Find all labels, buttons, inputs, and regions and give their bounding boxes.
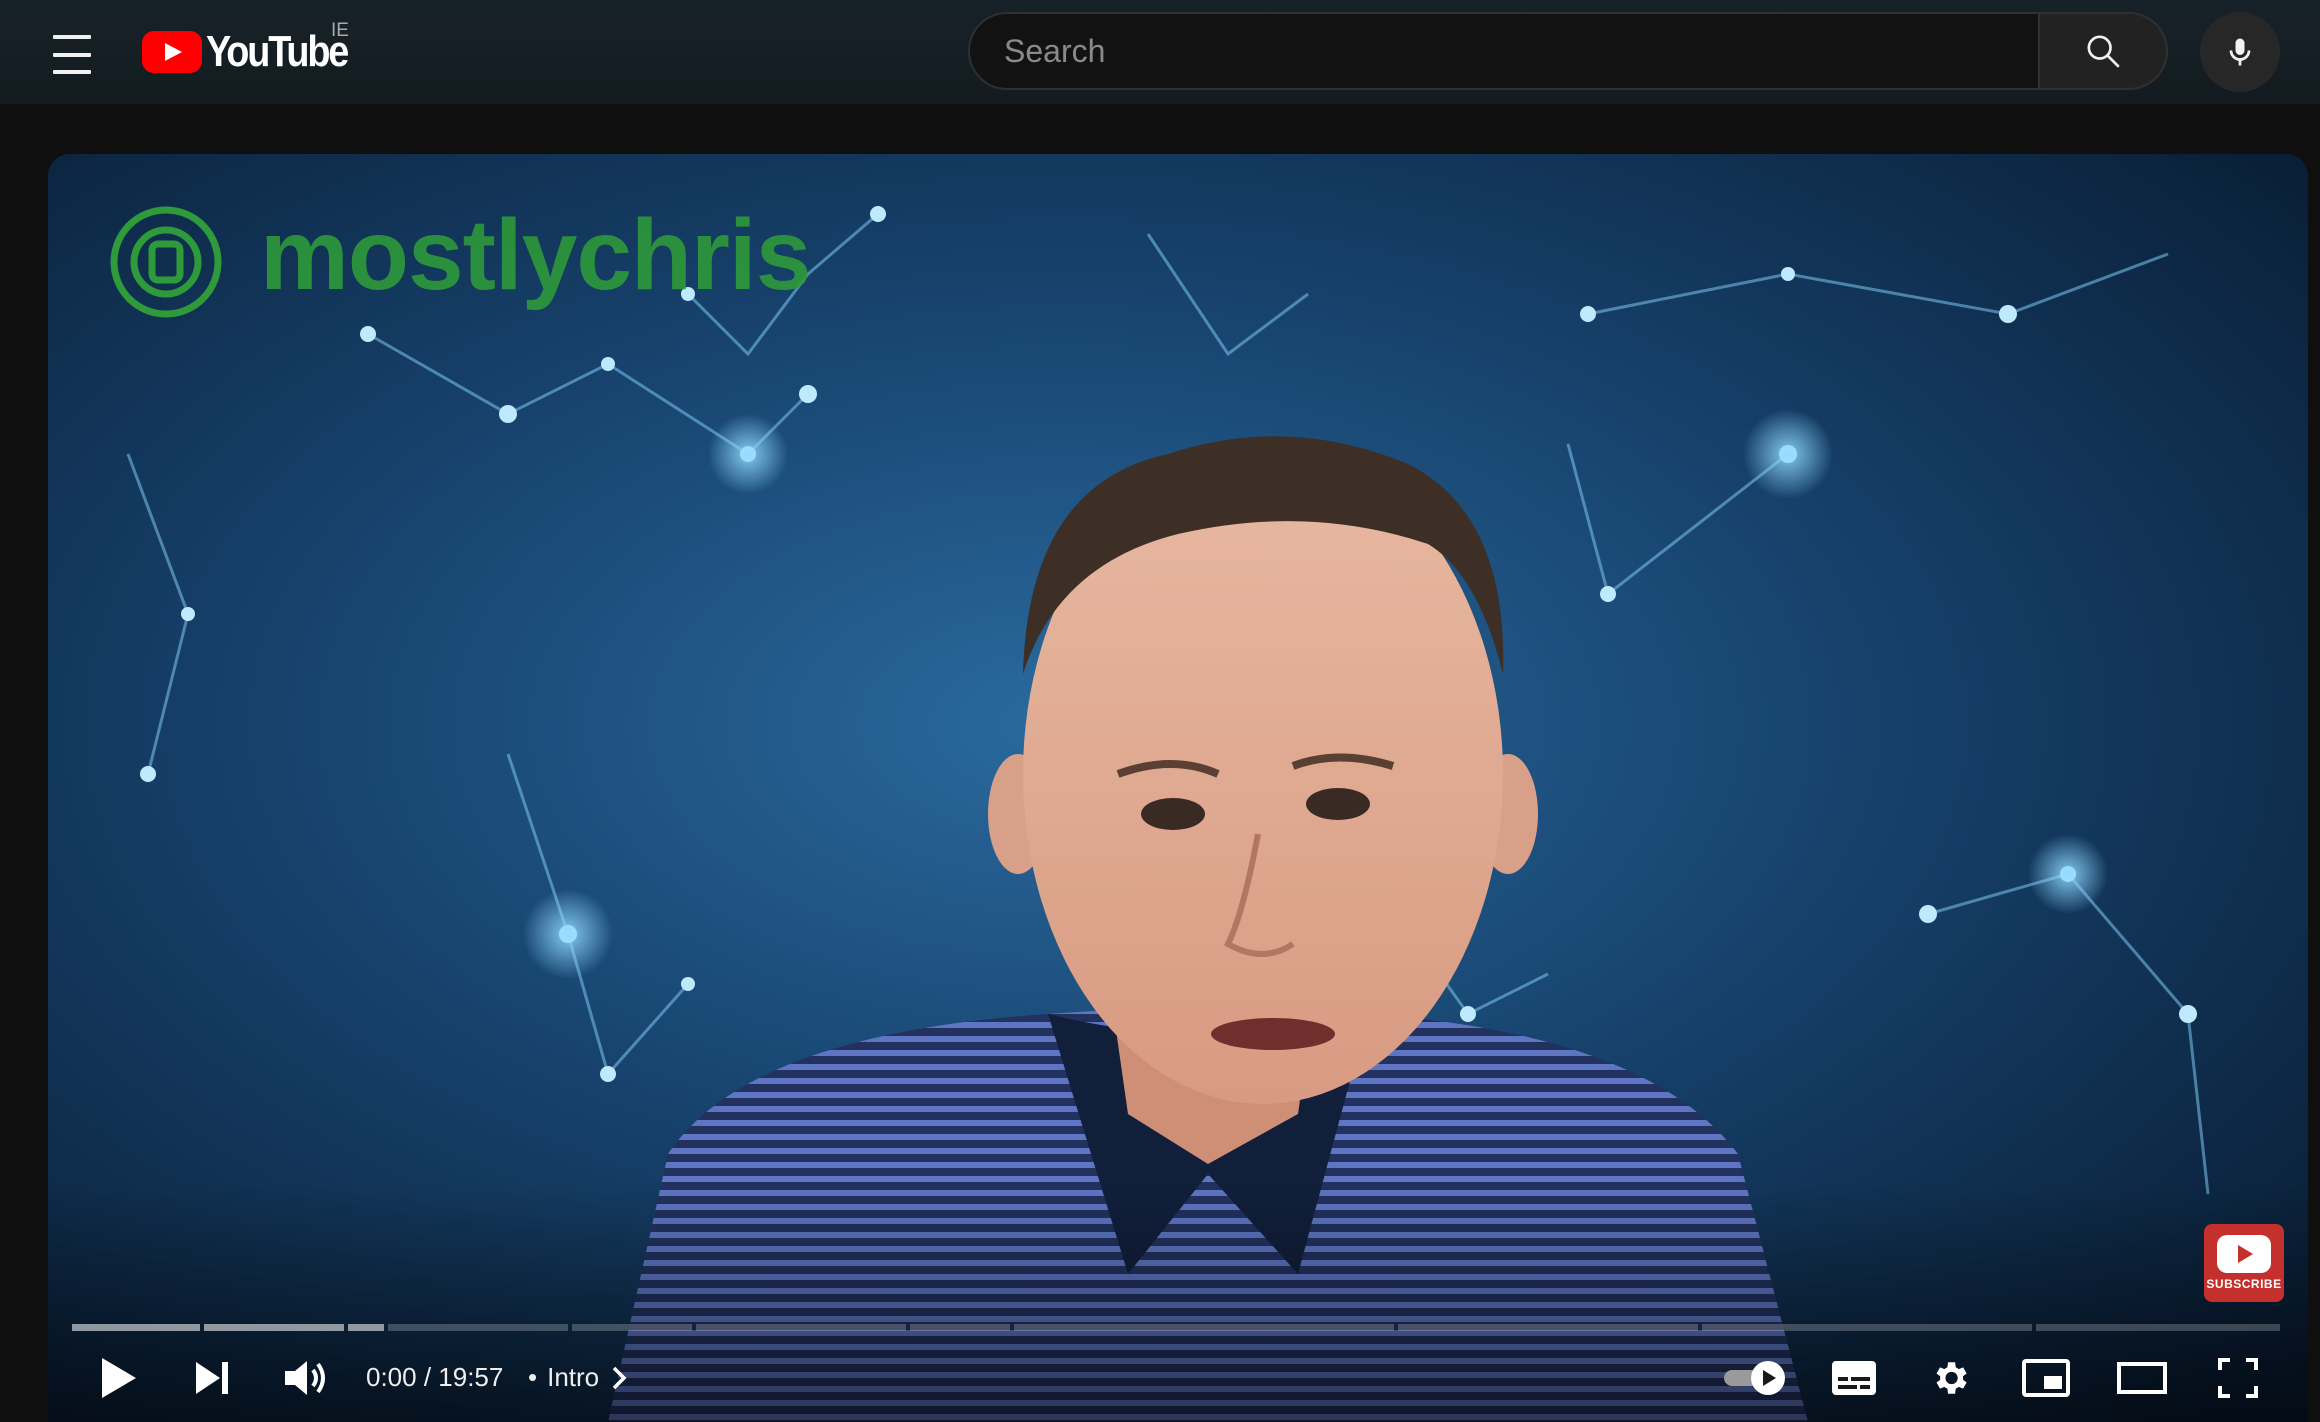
chevron-right-icon xyxy=(612,1366,627,1389)
progress-bar[interactable] xyxy=(72,1324,2284,1331)
chapter-segment[interactable] xyxy=(204,1324,344,1331)
captions-button[interactable] xyxy=(1822,1346,1886,1410)
miniplayer-icon xyxy=(2022,1359,2070,1397)
masthead: YouTube IE xyxy=(0,0,2320,104)
chapter-title: Intro xyxy=(547,1362,600,1392)
play-button[interactable] xyxy=(86,1346,150,1410)
fullscreen-button[interactable] xyxy=(2206,1346,2270,1410)
chapter-segment[interactable] xyxy=(910,1324,1010,1331)
time-separator: / xyxy=(416,1362,439,1392)
search-icon xyxy=(2087,35,2120,68)
country-code: IE xyxy=(331,20,349,41)
autoplay-toggle[interactable] xyxy=(1714,1346,1798,1410)
youtube-play-logo-icon xyxy=(142,31,202,73)
chapter-segment[interactable] xyxy=(348,1324,384,1331)
chapter-segment[interactable] xyxy=(696,1324,906,1331)
theater-mode-button[interactable] xyxy=(2110,1346,2174,1410)
chapter-button[interactable]: • Intro xyxy=(518,1362,631,1393)
chapter-segment[interactable] xyxy=(572,1324,692,1331)
next-button[interactable] xyxy=(180,1346,244,1410)
voice-search-button[interactable] xyxy=(2200,12,2280,92)
youtube-play-icon xyxy=(2217,1235,2271,1273)
logo-text: YouTube xyxy=(206,27,349,76)
volume-button[interactable] xyxy=(274,1346,338,1410)
chapter-separator: • xyxy=(528,1362,538,1392)
volume-icon xyxy=(285,1361,325,1395)
chapter-segment[interactable] xyxy=(1014,1324,1394,1331)
player-controls: 0:00 / 19:57 • Intro xyxy=(48,1334,2308,1422)
search-button[interactable] xyxy=(2040,12,2168,90)
search-box xyxy=(968,12,2040,90)
fullscreen-icon xyxy=(2218,1358,2258,1398)
captions-icon xyxy=(1832,1361,1876,1395)
duration: 19:57 xyxy=(438,1362,504,1392)
theater-mode-icon xyxy=(2117,1362,2167,1394)
chapter-segment[interactable] xyxy=(2036,1324,2280,1331)
gear-icon xyxy=(1936,1362,1967,1394)
next-icon xyxy=(196,1362,228,1394)
miniplayer-button[interactable] xyxy=(2014,1346,2078,1410)
menu-bar xyxy=(53,52,91,57)
current-time: 0:00 xyxy=(366,1362,417,1392)
settings-button[interactable] xyxy=(1918,1346,1982,1410)
search-input[interactable] xyxy=(1002,31,1986,71)
menu-bar xyxy=(53,70,91,74)
subscribe-label: SUBSCRIBE xyxy=(2206,1277,2282,1291)
channel-watermark-text: mostlychris xyxy=(260,199,811,311)
chapter-segment[interactable] xyxy=(72,1324,200,1331)
video-player[interactable]: mostlychris SUBSCRIBE 0:00 / 19:57 • Int… xyxy=(48,154,2308,1422)
time-display: 0:00 / 19:57 xyxy=(366,1362,503,1393)
play-icon xyxy=(102,1358,136,1398)
menu-bar xyxy=(53,35,91,39)
hamburger-menu-icon[interactable] xyxy=(46,30,98,74)
chapter-segment[interactable] xyxy=(1702,1324,2032,1331)
autoplay-toggle-icon xyxy=(1724,1361,1785,1395)
chapter-segment[interactable] xyxy=(1398,1324,1698,1331)
microphone-icon xyxy=(2229,38,2251,66)
subscribe-watermark-button[interactable]: SUBSCRIBE xyxy=(2204,1224,2284,1302)
chapter-segment[interactable] xyxy=(388,1324,568,1331)
